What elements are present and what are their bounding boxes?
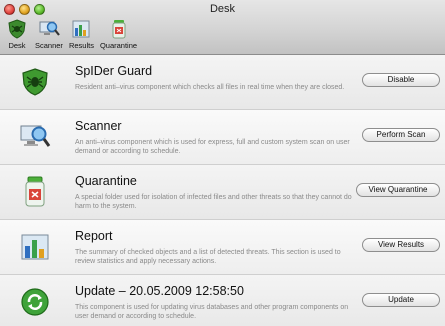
spider-shield-icon — [5, 18, 29, 40]
row-description: A special folder used for isolation of i… — [75, 194, 352, 210]
toolbar-item-desk[interactable]: Desk — [3, 18, 31, 50]
toolbar: Desk Scanner Results Quarantine — [3, 18, 139, 50]
quarantine-jar-icon — [18, 176, 52, 208]
toolbar-label: Quarantine — [99, 41, 138, 50]
row-description: The summary of checked objects and a lis… — [75, 249, 341, 265]
component-list: SpIDer Guard Resident anti–virus compone… — [0, 55, 445, 326]
row-description: An anti–virus component which is used fo… — [75, 139, 350, 155]
list-item-report: Report The summary of checked objects an… — [0, 220, 445, 275]
row-title: SpIDer Guard — [75, 64, 153, 78]
quarantine-jar-icon — [107, 18, 131, 40]
toolbar-label: Desk — [8, 41, 26, 50]
toolbar-item-quarantine[interactable]: Quarantine — [98, 18, 139, 50]
list-item-spider-guard: SpIDer Guard Resident anti–virus compone… — [0, 55, 445, 110]
app-window: Desk Desk Scanner Results Quarantine SpI… — [0, 0, 445, 326]
list-item-quarantine: Quarantine A special folder used for iso… — [0, 165, 445, 220]
row-title: Update – 20.05.2009 12:58:50 — [75, 284, 244, 298]
results-chart-icon — [18, 231, 52, 263]
title-bar: Desk Desk Scanner Results Quarantine — [0, 0, 445, 55]
toolbar-label: Scanner — [35, 41, 63, 50]
spider-shield-icon — [18, 66, 52, 98]
scanner-magnifier-icon — [37, 18, 61, 40]
disable-button[interactable]: Disable — [362, 73, 440, 87]
view-results-button[interactable]: View Results — [362, 238, 440, 252]
row-title: Report — [75, 229, 113, 243]
list-item-scanner: Scanner An anti–virus component which is… — [0, 110, 445, 165]
scanner-magnifier-icon — [18, 121, 52, 153]
row-description: This component is used for updating viru… — [75, 304, 349, 320]
view-quarantine-button[interactable]: View Quarantine — [356, 183, 440, 197]
update-refresh-icon — [18, 286, 52, 318]
toolbar-item-results[interactable]: Results — [67, 18, 96, 50]
toolbar-label: Results — [68, 41, 94, 50]
results-chart-icon — [69, 18, 93, 40]
row-title: Scanner — [75, 119, 122, 133]
row-title: Quarantine — [75, 174, 137, 188]
list-item-update: Update – 20.05.2009 12:58:50 This compon… — [0, 275, 445, 326]
perform-scan-button[interactable]: Perform Scan — [362, 128, 440, 142]
update-button[interactable]: Update — [362, 293, 440, 307]
window-title: Desk — [209, 3, 236, 15]
row-description: Resident anti–virus component which chec… — [75, 84, 345, 91]
toolbar-item-scanner[interactable]: Scanner — [33, 18, 65, 50]
